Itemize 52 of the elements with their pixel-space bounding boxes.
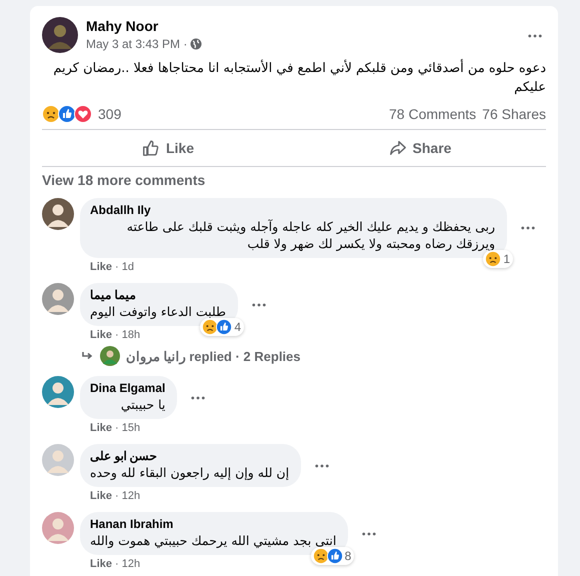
commenter-name[interactable]: Hanan Ibrahim <box>90 517 336 531</box>
more-options-icon[interactable] <box>252 302 266 306</box>
reaction-count[interactable]: 309 <box>98 106 122 122</box>
avatar[interactable] <box>42 198 74 230</box>
timestamp[interactable]: May 3 at 3:43 PM · <box>86 37 188 51</box>
more-options-icon[interactable] <box>521 226 535 230</box>
post-text: دعوه حلوه من أصدقائي ومن قلبكم لأني اطمع في الأستجابه انا محتاجاها فعلا ..رمضان كريم عليكم <box>52 59 546 97</box>
comment-text: ربى يحفظك و يديم عليك الخير كله عاجله وآجله ويثبت قلبك على طاعته ويرزقك رضاه ومحبته ولا يكسر لك ضهر ولا قلب <box>126 218 495 252</box>
commenter-name[interactable]: Dina Elgamal <box>90 381 166 395</box>
comment-time[interactable]: · 12h <box>115 490 140 502</box>
thumbs-up-icon <box>216 319 232 335</box>
comment-text: طلبت الدعاء واتوفت اليوم <box>90 303 226 320</box>
comment-time[interactable]: · 15h <box>115 422 140 434</box>
shares-count[interactable]: 76 Shares <box>482 106 546 122</box>
thumbs-up-icon[interactable] <box>58 105 76 123</box>
comments-count[interactable]: 78 Comments <box>389 106 476 122</box>
more-options-icon[interactable] <box>362 532 376 536</box>
thumbs-up-icon <box>142 139 160 157</box>
sad-face-icon <box>485 251 502 267</box>
sad-face-icon[interactable] <box>42 105 60 123</box>
globe-icon <box>190 38 202 50</box>
sad-face-icon <box>202 319 218 335</box>
comment-time[interactable]: · 12h <box>115 558 140 570</box>
comment-text: انتى بجد مشيتي الله يرحمك حبيبتي هموت والله <box>90 532 336 549</box>
like-button[interactable]: Like <box>134 133 202 163</box>
sad-face-icon <box>312 548 329 564</box>
like-link[interactable]: Like <box>90 490 112 502</box>
like-link[interactable]: Like <box>90 261 112 273</box>
share-arrow-icon <box>388 139 407 157</box>
commenter-name[interactable]: Abdallh Ily <box>90 203 495 217</box>
comment-time[interactable]: · 1d <box>115 261 134 273</box>
like-link[interactable]: Like <box>90 422 112 434</box>
avatar[interactable] <box>42 17 78 53</box>
author-name[interactable]: Mahy Noor <box>86 18 520 34</box>
comment-text: يا حبيبتي <box>120 396 166 413</box>
commenter-name[interactable]: ميما ميما <box>90 288 226 302</box>
thumbs-up-icon <box>326 548 343 564</box>
comment-time[interactable]: · 18h <box>115 329 140 341</box>
reaction-summary[interactable]: 1 <box>483 250 513 268</box>
more-options-icon[interactable] <box>191 396 206 400</box>
more-options-icon[interactable] <box>528 34 542 38</box>
more-options-icon[interactable] <box>315 464 330 468</box>
like-link[interactable]: Like <box>90 329 112 341</box>
replies-link[interactable]: رانيا مروان replied · 2 Replies <box>126 348 300 364</box>
share-button[interactable]: Share <box>380 133 460 163</box>
commenter-name[interactable]: حسن ابو على <box>90 449 290 463</box>
view-more-comments-link[interactable]: View 18 more comments <box>42 172 546 188</box>
reaction-summary[interactable]: 4 <box>200 318 244 336</box>
reply-arrow-icon <box>82 351 94 361</box>
like-link[interactable]: Like <box>90 558 112 570</box>
reaction-summary[interactable]: 8 <box>310 547 354 565</box>
comment-text: إن لله وإن إليه راجعون البقاء لله وحده <box>90 464 290 481</box>
